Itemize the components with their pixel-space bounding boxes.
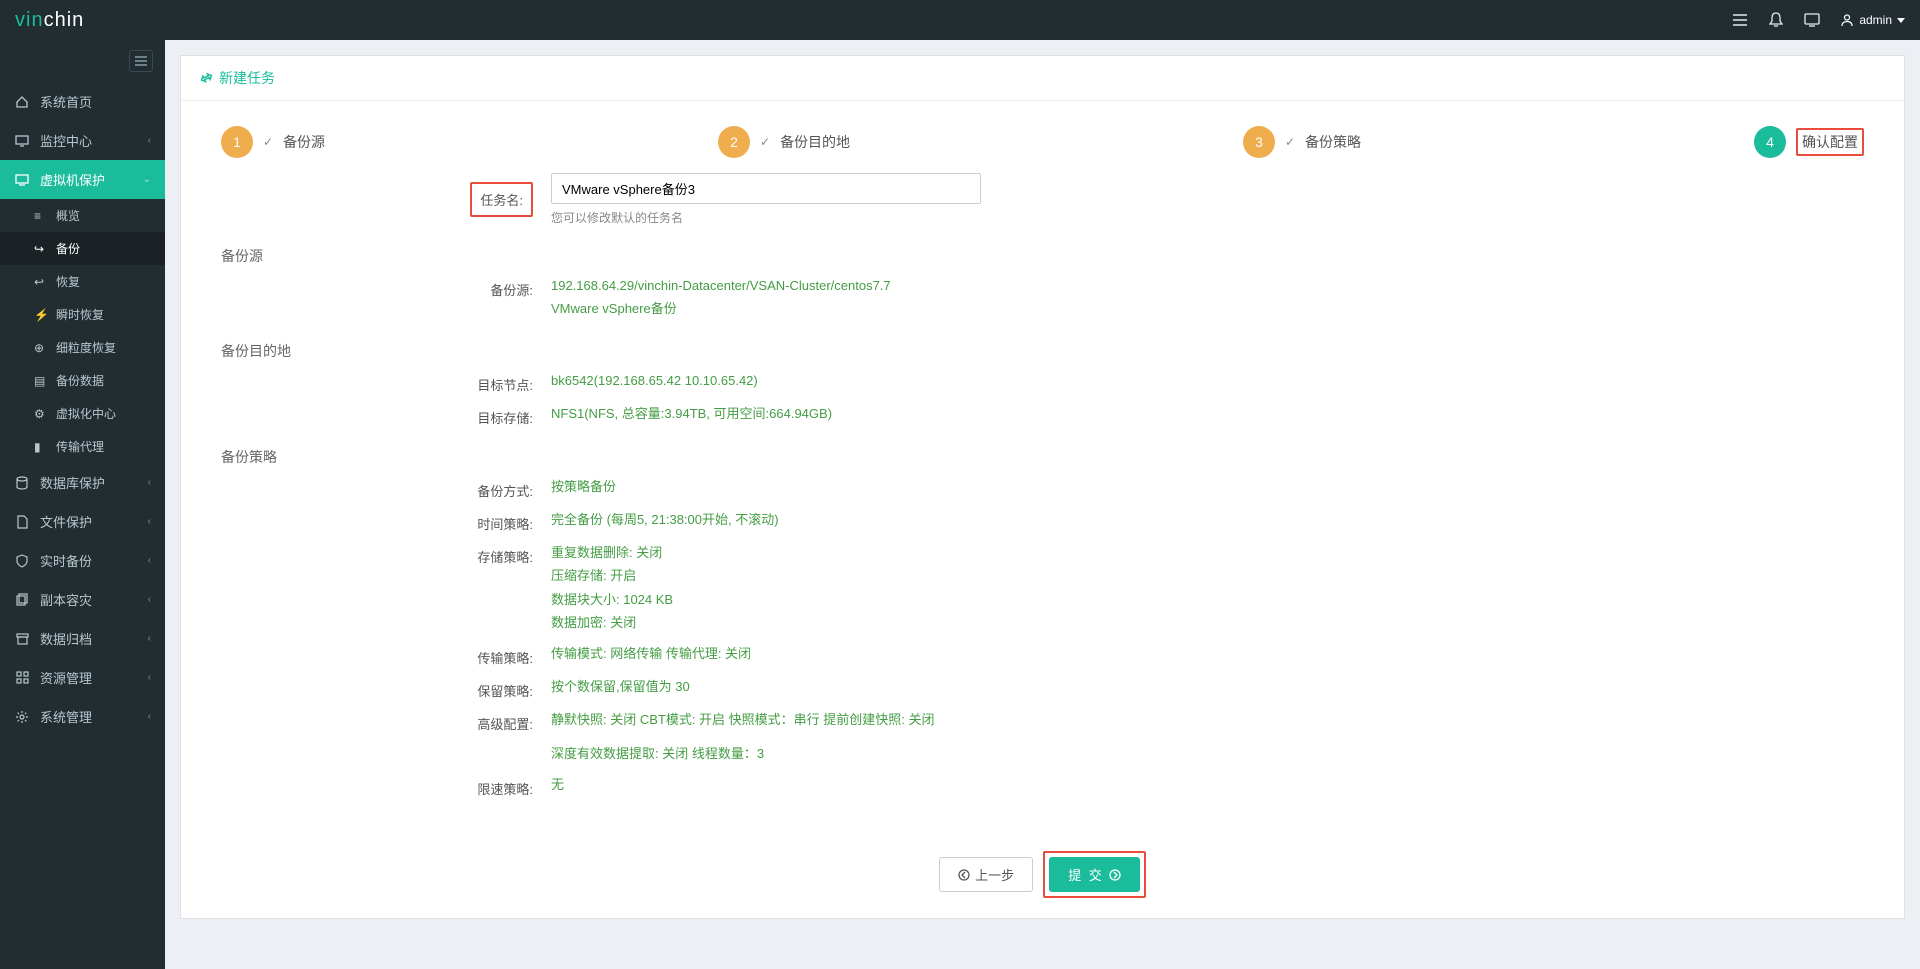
storage-policy: 重复数据删除: 关闭 压缩存储: 开启 数据块大小: 1024 KB 数据加密:… [551,541,1864,635]
chevron-left-icon: ‹ [148,711,151,722]
limit-policy: 无 [551,773,1864,796]
transfer-policy: 传输模式: 网络传输 传输代理: 关闭 [551,642,1864,665]
nav-realtime-backup[interactable]: 实时备份 ‹ [0,541,165,580]
sub-overview[interactable]: ≡概览 [0,199,165,232]
sidebar-toggle-button[interactable] [129,50,153,72]
source-type: VMware vSphere备份 [551,297,1864,320]
highlight-task-label: 任务名: [470,182,533,217]
check-icon: ✓ [1285,135,1295,149]
home-icon [14,95,30,109]
nav-home[interactable]: 系统首页 [0,82,165,121]
share-icon [199,71,213,85]
step-4: 4 确认配置 [1754,126,1864,158]
nav-vm-protect[interactable]: 虚拟机保护 ⌄ [0,160,165,199]
data-icon: ▤ [34,374,48,388]
section-dest: 备份目的地 [221,329,1864,369]
task-name-hint: 您可以修改默认的任务名 [551,209,1864,226]
share-icon: ↪ [34,242,48,256]
gear-icon: ⚙ [34,407,48,421]
list-icon[interactable] [1732,12,1748,28]
monitor-icon [14,135,30,147]
archive-icon [14,633,30,645]
nav-system[interactable]: 系统管理 ‹ [0,697,165,736]
source-path: 192.168.64.29/vinchin-Datacenter/VSAN-Cl… [551,274,1864,297]
panel-title: 新建任务 [181,56,1904,101]
sidebar: 系统首页 监控中心 ‹ 虚拟机保护 ⌄ ≡概览 ↪备份 ↩恢复 ⚡瞬时恢复 ⊕细… [0,40,165,969]
bell-icon[interactable] [1768,12,1784,28]
sub-backup[interactable]: ↪备份 [0,232,165,265]
time-policy: 完全备份 (每周5, 21:38:00开始, 不滚动) [551,508,1864,531]
reply-icon: ↩ [34,275,48,289]
dest-storage: NFS1(NFS, 总容量:3.94TB, 可用空间:664.94GB) [551,402,1864,425]
vm-icon [14,174,30,186]
nav-replica-dr[interactable]: 副本容灾 ‹ [0,580,165,619]
chevron-left-icon: ‹ [148,135,151,146]
sub-backup-data[interactable]: ▤备份数据 [0,364,165,397]
agent-icon: ▮ [34,440,48,454]
wizard-footer: 上一步 提 交 [181,826,1904,918]
file-icon [14,515,30,529]
check-icon: ✓ [760,135,770,149]
main-content: 新建任务 1 ✓ 备份源 2 ✓ 备份目的地 3 ✓ 备份策略 4 确认配置 [165,40,1920,934]
retain-policy: 按个数保留,保留值为 30 [551,675,1864,698]
task-name-input[interactable] [551,173,981,204]
chevron-left-icon: ‹ [148,516,151,527]
chevron-left-icon: ‹ [148,555,151,566]
top-header: vinchin admin [0,0,1920,40]
nav-db-protect[interactable]: 数据库保护 ‹ [0,463,165,502]
section-source: 备份源 [221,234,1864,274]
user-menu[interactable]: admin [1840,13,1905,27]
highlight-submit: 提 交 [1043,851,1146,898]
nav-archive[interactable]: 数据归档 ‹ [0,619,165,658]
sidebar-collapse [0,40,165,82]
chevron-down-icon: ⌄ [143,174,151,185]
db-icon [14,476,30,490]
chevron-left-icon: ‹ [148,594,151,605]
step-2: 2 ✓ 备份目的地 [718,126,850,158]
sub-instant-restore[interactable]: ⚡瞬时恢复 [0,298,165,331]
wizard-panel: 新建任务 1 ✓ 备份源 2 ✓ 备份目的地 3 ✓ 备份策略 4 确认配置 [180,55,1905,919]
bars-icon: ≡ [34,209,48,223]
wizard-steps: 1 ✓ 备份源 2 ✓ 备份目的地 3 ✓ 备份策略 4 确认配置 [181,101,1904,173]
chevron-left-icon: ‹ [148,672,151,683]
step-3: 3 ✓ 备份策略 [1243,126,1361,158]
copy-icon [14,593,30,606]
advanced-config: 静默快照: 关闭 CBT模式: 开启 快照模式：串行 提前创建快照: 关闭 深度… [551,708,1864,765]
highlight-step4: 确认配置 [1796,128,1864,156]
arrow-left-icon [958,869,970,881]
user-name: admin [1859,13,1892,27]
arrow-right-icon [1109,869,1121,881]
gear-icon [14,710,30,724]
backup-mode: 按策略备份 [551,475,1864,498]
sub-transfer-agent[interactable]: ▮传输代理 [0,430,165,463]
shield-icon [14,554,30,568]
sub-granular-restore[interactable]: ⊕细粒度恢复 [0,331,165,364]
zoom-icon: ⊕ [34,341,48,355]
logo: vinchin [15,9,84,32]
prev-button[interactable]: 上一步 [939,857,1033,892]
nav-file-protect[interactable]: 文件保护 ‹ [0,502,165,541]
dest-node: bk6542(192.168.65.42 10.10.65.42) [551,369,1864,392]
nav-monitor[interactable]: 监控中心 ‹ [0,121,165,160]
screen-icon[interactable] [1804,12,1820,28]
step-1: 1 ✓ 备份源 [221,126,325,158]
sub-restore[interactable]: ↩恢复 [0,265,165,298]
nav-resource[interactable]: 资源管理 ‹ [0,658,165,697]
resource-icon [14,671,30,684]
flash-icon: ⚡ [34,308,48,322]
check-icon: ✓ [263,135,273,149]
chevron-left-icon: ‹ [148,633,151,644]
chevron-left-icon: ‹ [148,477,151,488]
section-policy: 备份策略 [221,435,1864,475]
submit-button[interactable]: 提 交 [1049,857,1140,892]
sub-virt-center[interactable]: ⚙虚拟化中心 [0,397,165,430]
